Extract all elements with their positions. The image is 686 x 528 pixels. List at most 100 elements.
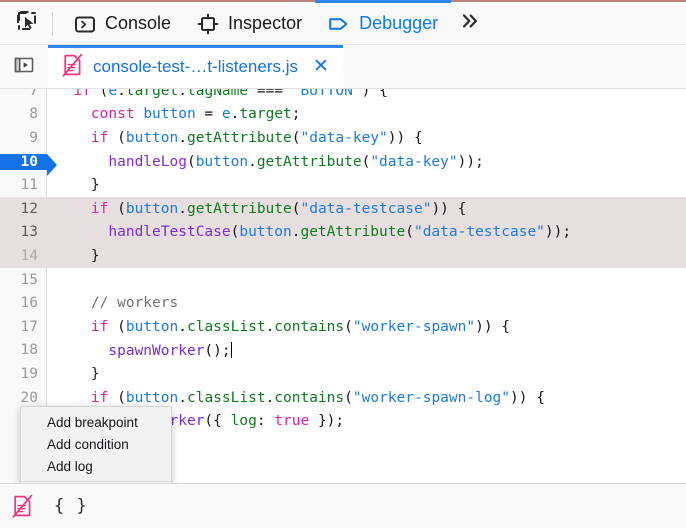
editor-line[interactable]: 13 handleTestCase(button.getAttribute("d…	[0, 221, 686, 245]
element-picker-icon	[16, 10, 38, 37]
code-token	[56, 319, 91, 335]
close-icon[interactable]: ✕	[307, 57, 331, 78]
code-token	[56, 154, 108, 170]
line-content[interactable]: if (e.target.tagName === "BUTTON") {	[47, 89, 388, 99]
code-token: e	[108, 89, 117, 99]
code-token: target	[239, 106, 291, 122]
js-blackboxed-file-icon[interactable]	[12, 494, 34, 518]
code-token: "data-testcase"	[300, 201, 431, 217]
code-token: (	[108, 201, 125, 217]
code-token: .	[178, 390, 187, 406]
code-token: contains	[274, 390, 344, 406]
code-token: classList	[187, 390, 266, 406]
line-number[interactable]: 12	[0, 201, 47, 217]
code-token	[135, 106, 144, 122]
code-token: :	[257, 413, 274, 429]
editor-line[interactable]: 19 }	[0, 362, 686, 386]
code-token: spawnWorker	[108, 343, 204, 359]
code-token: if	[91, 130, 108, 146]
tab-debugger[interactable]: Debugger	[315, 1, 451, 46]
pretty-print-button[interactable]: { }	[48, 494, 94, 518]
code-token: getAttribute	[257, 154, 362, 170]
editor-line[interactable]: 11 }	[0, 173, 686, 197]
line-content[interactable]: spawnWorker();	[47, 342, 232, 359]
code-token	[56, 106, 91, 122]
code-token: ===	[248, 89, 292, 99]
code-token: =	[196, 106, 222, 122]
line-number[interactable]: 16	[0, 295, 47, 311]
code-token: }	[56, 248, 100, 264]
devtools-toolbar: Console Inspector Debugger	[0, 0, 686, 45]
code-token: contains	[274, 319, 344, 335]
editor-line[interactable]: 12 if (button.getAttribute("data-testcas…	[0, 197, 686, 221]
menu-item-add-log[interactable]: Add log	[21, 455, 171, 477]
line-number[interactable]: 13	[0, 224, 47, 240]
editor-line[interactable]: 10 handleLog(button.getAttribute("data-k…	[0, 150, 686, 174]
code-token: getAttribute	[187, 201, 292, 217]
line-content[interactable]: handleLog(button.getAttribute("data-key"…	[47, 154, 484, 170]
editor-line[interactable]: 18 spawnWorker();	[0, 339, 686, 363]
editor-line[interactable]: 15	[0, 268, 686, 292]
line-number[interactable]: 17	[0, 319, 47, 335]
tab-console[interactable]: Console	[61, 1, 184, 46]
line-content[interactable]: }	[47, 177, 100, 193]
line-number[interactable]: 15	[0, 272, 47, 288]
code-token	[56, 130, 91, 146]
line-content[interactable]: handleTestCase(button.getAttribute("data…	[47, 224, 571, 240]
code-token: "data-key"	[300, 130, 387, 146]
code-token: (	[344, 319, 353, 335]
tab-console-label: Console	[105, 13, 171, 34]
line-content[interactable]: if (button.classList.contains("worker-sp…	[47, 319, 510, 335]
line-number[interactable]: 8	[0, 106, 47, 122]
line-content[interactable]: }	[47, 248, 100, 264]
editor-status-bar: { }	[0, 483, 686, 528]
line-content[interactable]: if (button.classList.contains("worker-sp…	[47, 390, 545, 406]
line-content[interactable]: if (button.getAttribute("data-key")) {	[47, 130, 423, 146]
code-token	[56, 89, 73, 99]
editor-line[interactable]: 8 const button = e.target;	[0, 103, 686, 127]
toggle-sources-pane-button[interactable]	[0, 45, 48, 89]
line-number[interactable]: 14	[0, 248, 47, 264]
source-editor[interactable]: 7 if (e.target.tagName === "BUTTON") {8 …	[0, 89, 686, 483]
code-token: "worker-spawn"	[353, 319, 475, 335]
editor-line[interactable]: 17 if (button.classList.contains("worker…	[0, 315, 686, 339]
editor-line[interactable]: 16 // workers	[0, 291, 686, 315]
editor-line[interactable]: 14 }	[0, 244, 686, 268]
inspector-icon	[197, 13, 219, 35]
source-tab-bar: console-test-…t-listeners.js ✕	[0, 45, 686, 89]
code-token: ({	[204, 413, 230, 429]
toggle-sources-pane-icon	[12, 53, 36, 82]
tab-inspector[interactable]: Inspector	[184, 1, 315, 46]
line-content[interactable]: }	[47, 366, 100, 382]
line-content[interactable]: if (button.getAttribute("data-testcase")…	[47, 201, 466, 217]
line-number[interactable]: 20	[0, 390, 47, 406]
code-token: ));	[545, 224, 571, 240]
line-number[interactable]: 9	[0, 130, 47, 146]
line-content[interactable]: const button = e.target;	[47, 106, 301, 122]
editor-line[interactable]: 7 if (e.target.tagName === "BUTTON") {	[0, 89, 686, 103]
code-token: )) {	[475, 319, 510, 335]
source-tab-filename: console-test-…t-listeners.js	[93, 57, 298, 77]
code-token: button	[126, 201, 178, 217]
menu-item-add-condition[interactable]: Add condition	[21, 433, 171, 455]
toolbar-overflow-button[interactable]	[451, 1, 489, 46]
code-token: button	[126, 130, 178, 146]
code-token: ();	[204, 343, 230, 359]
code-token: "data-key"	[370, 154, 457, 170]
menu-item-add-breakpoint[interactable]: Add breakpoint	[21, 411, 171, 433]
code-token: )) {	[431, 201, 466, 217]
source-tab-active[interactable]: console-test-…t-listeners.js ✕	[48, 45, 343, 89]
code-token: .	[178, 89, 187, 99]
code-token: "BUTTON"	[292, 89, 362, 99]
element-picker-button[interactable]	[10, 7, 44, 41]
code-token: (	[405, 224, 414, 240]
line-number[interactable]: 11	[0, 177, 47, 193]
line-content[interactable]: // workers	[47, 295, 178, 311]
line-number[interactable]: 7	[0, 89, 47, 99]
line-number[interactable]: 18	[0, 342, 47, 358]
code-token	[56, 224, 108, 240]
editor-gutter-context-menu[interactable]: Add breakpointAdd conditionAdd logContin…	[20, 406, 172, 483]
line-number[interactable]: 19	[0, 366, 47, 382]
breakpoint-marker[interactable]: 10	[0, 154, 47, 170]
editor-line[interactable]: 9 if (button.getAttribute("data-key")) {	[0, 126, 686, 150]
